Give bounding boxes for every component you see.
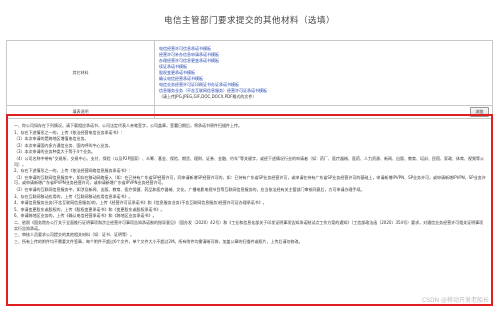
note-item: （2）本次申请国内多方通信业务、国内呼叫中心业务。 [14,142,113,148]
note-item: 2、存在下述情形之一的，上传《依法经营网络信息服务承诺书》： [14,168,133,174]
note-item: 三、审核人员要求公司提交的其他相关材料（如：证书、证明等）。 [14,232,134,238]
note-item: （2）在申请的互联网信息服务中，如涉及新闻、出版、教育、医疗保健、药品和医疗器械… [14,186,365,192]
materials-form: 其它材料 电信经营许可信息承诺书模板 经营许可补办信息申请承诺书模板 办理经营许… [6,40,493,119]
note-item: （3）本次申请的业务种类大于等于4个业务。 [14,149,96,155]
note-item: （1）本次申请的是跨地区增值电信业务。 [14,136,89,142]
instructions-notes: 一、你公司如存在下列情况，请下载相应承诺书，公司法定代表人亲笔签字，公司盖章，签… [6,114,493,306]
note-item: 一、你公司如存在下列情况，请下载相应承诺书，公司法定代表人亲笔签字，公司盖章，签… [14,123,242,128]
note-item: （4）公司名称中带有“交易所、交易中心、支付、保险（以及P2P国家）、众筹、基金… [14,155,485,167]
note-item: 1、存在下述情形之一的，上传《依法经营电信业务承诺书》： [14,129,125,135]
template-links-cell: 电信经营许可信息承诺书模板 经营许可补办信息申请承诺书模板 办理经营许可信息更变… [154,40,493,106]
note-item: 6、申请跨地区业务的，上传《确认电信经营承诺书》和《跨地区业务承诺书》。 [14,213,157,219]
note-item: 3、存在互联网移动应用的，上传《互联网移动应用信息承诺书》。 [14,193,133,199]
note-item: （1）在申请的互联网信息服务中，如存在移动网络接入（如：在已持有广东省SP经营许… [14,174,486,186]
note-item: 5、申请变更股东或股权的，上传《股权变更承诺书》和《变更股东或股权承诺书》。 [14,206,165,212]
file-types-note: （请上传JPG,JPEG,GIF,DOC,DOCX,PDF格式的文件） [159,94,257,99]
note-item: 二、依照《国务院办公厅关于全面推行证明事项和涉企经营许可事项告知承诺制的指导意见… [14,219,484,231]
page-title: 电信主管部门要求提交的其他材料（选填） [163,16,335,26]
watermark: CSDN @移动开发老船长 [421,297,489,304]
note-item: 三、所有上传的附件均不需要文件签章，每个附件不超过6个文件，单个文件大小不超过2… [14,238,303,244]
other-materials-label: 其它材料 [6,40,155,106]
note-item: 4、申请信息服务业务(不含互联网信息服务)的，上传《经营许可证承诺书》和《信息服… [14,200,267,206]
